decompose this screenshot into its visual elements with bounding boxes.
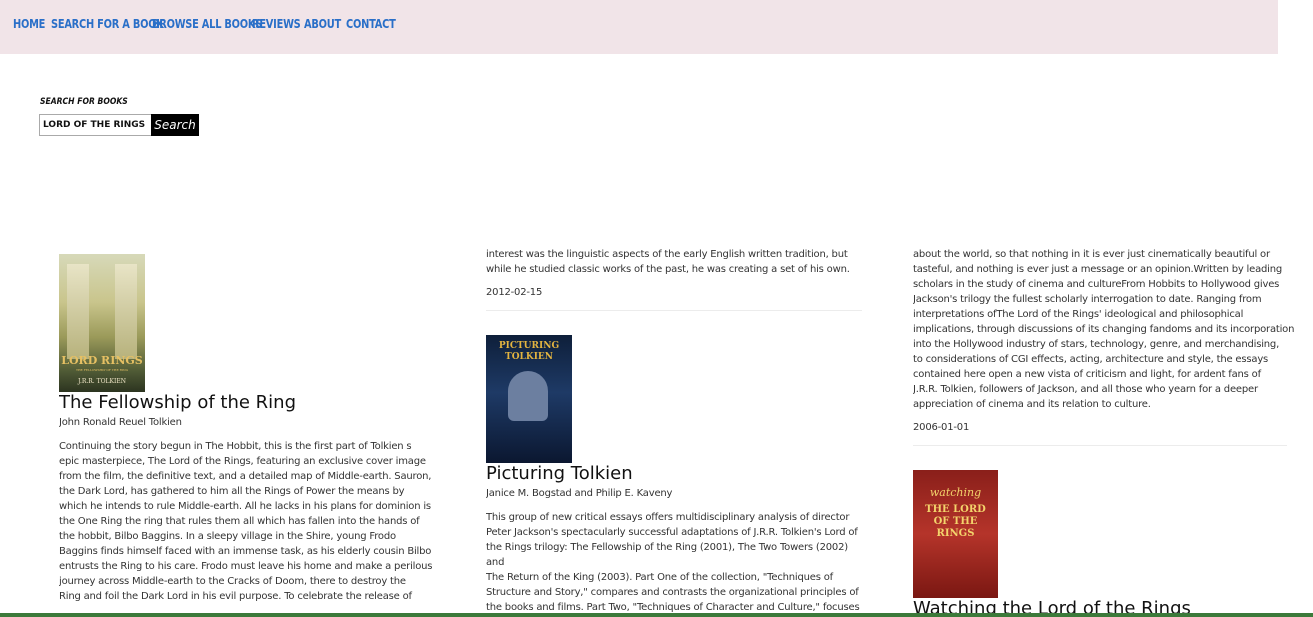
book-column-3: about the world, so that nothing in it i…	[913, 247, 1308, 613]
book-cover-fellowship[interactable]: LORD RINGS THE FELLOWSHIP OF THE RING J.…	[59, 254, 145, 392]
divider	[486, 310, 862, 311]
book-description: Continuing the story begun in The Hobbit…	[59, 441, 433, 602]
cover-title-text: watching	[929, 486, 982, 499]
book-description: This group of new critical essays offers…	[486, 512, 860, 613]
book-author: John Ronald Reuel Tolkien	[59, 417, 182, 428]
book-title[interactable]: The Fellowship of the Ring	[59, 392, 439, 414]
prev-book-description-tail: interest was the linguistic aspects of t…	[486, 249, 850, 275]
prev-book-date: 2006-01-01	[913, 422, 970, 433]
search-input[interactable]	[39, 114, 152, 136]
cover-statue-right	[115, 264, 137, 359]
bottom-edge-bar	[0, 613, 1313, 617]
book-author: Janice M. Bogstad and Philip E. Kaveny	[486, 488, 673, 499]
search-label: SEARCH FOR BOOKS	[40, 97, 128, 107]
divider	[913, 445, 1287, 446]
cover-title-text-2: THE LORD OF THE RINGS	[925, 504, 986, 539]
nav-reviews[interactable]: REVIEWS	[252, 17, 301, 31]
cover-title-text: PICTURING	[498, 341, 560, 351]
book-cover-watching-lotr[interactable]: watching THE LORD OF THE RINGS	[913, 470, 998, 598]
prev-book-description-tail: about the world, so that nothing in it i…	[913, 249, 1295, 410]
book-title[interactable]: Picturing Tolkien	[486, 463, 866, 485]
nav-home[interactable]: HOME	[13, 17, 45, 31]
cover-title-text-2: TOLKIEN	[505, 352, 553, 362]
cover-author-text: J.R.R. TOLKIEN	[78, 378, 126, 385]
book-cover-picturing-tolkien[interactable]: PICTURING TOLKIEN	[486, 335, 572, 463]
cover-figure	[508, 371, 548, 421]
prev-book-date: 2012-02-15	[486, 287, 543, 298]
book-card-fellowship: LORD RINGS THE FELLOWSHIP OF THE RING J.…	[59, 254, 439, 613]
book-title[interactable]: Watching the Lord of the Rings	[913, 598, 1308, 613]
cover-title-text: LORD RINGS	[61, 354, 143, 367]
nav-browse-all-books[interactable]: BROWSE ALL BOOKS	[152, 17, 262, 31]
search-button[interactable]: Search	[151, 114, 199, 136]
book-column-2: interest was the linguistic aspects of t…	[486, 247, 866, 613]
cover-subtitle-text: THE FELLOWSHIP OF THE RING	[75, 368, 129, 372]
nav-search-for-a-book[interactable]: SEARCH FOR A BOOK	[51, 17, 164, 31]
top-navbar: HOME SEARCH FOR A BOOK BROWSE ALL BOOKS …	[0, 0, 1278, 54]
cover-statue-left	[67, 264, 89, 359]
nav-about[interactable]: ABOUT	[304, 17, 341, 31]
nav-contact[interactable]: CONTACT	[346, 17, 396, 31]
